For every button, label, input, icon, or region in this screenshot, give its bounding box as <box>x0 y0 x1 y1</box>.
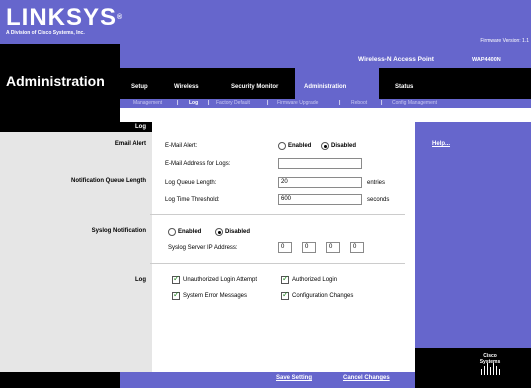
authorized-login-checkbox[interactable] <box>281 274 289 284</box>
log-queue-length-unit: entries <box>367 180 386 186</box>
product-bar <box>120 44 531 68</box>
section-log: Log <box>135 277 146 283</box>
sub-tab-bar <box>120 99 531 108</box>
subtab-firmware-upgrade[interactable]: Firmware Upgrade <box>277 100 318 106</box>
divider <box>150 214 405 215</box>
authorized-login-label: Authorized Login <box>292 277 338 283</box>
unauthorized-login-label: Unauthorized Login Attempt <box>183 277 258 283</box>
subtab-separator: | <box>208 100 210 106</box>
email-address-input[interactable] <box>278 158 362 169</box>
linksys-logo: LINKSYS® <box>6 4 124 31</box>
log-time-threshold-unit: seconds <box>367 197 390 203</box>
divider <box>150 263 405 264</box>
section-email-alert: Email Alert <box>114 141 146 147</box>
tab-administration[interactable]: Administration <box>304 84 346 90</box>
help-column <box>415 122 531 372</box>
product-name: Wireless-N Access Point <box>358 56 434 63</box>
email-alert-enabled-radio[interactable] <box>278 142 286 150</box>
syslog-disabled-radio[interactable] <box>215 228 223 236</box>
syslog-ip-octet-4[interactable]: 0 <box>350 242 364 253</box>
syslog-ip-octet-1[interactable]: 0 <box>278 242 292 253</box>
subtab-separator: | <box>381 100 383 106</box>
system-error-checkbox[interactable] <box>172 290 180 300</box>
email-alert-label: E-Mail Alert: <box>165 143 198 149</box>
subtab-log[interactable]: Log <box>189 100 198 106</box>
logo-subtitle: A Division of Cisco Systems, Inc. <box>6 30 85 36</box>
syslog-disabled-label: Disabled <box>225 229 251 235</box>
section-log-header: Log <box>135 124 146 130</box>
syslog-ip-octet-2[interactable]: 0 <box>302 242 316 253</box>
log-time-threshold-label: Log Time Threshold: <box>165 197 220 203</box>
config-changes-label: Configuration Changes <box>292 293 354 299</box>
subtab-reboot[interactable]: Reboot <box>351 100 367 106</box>
syslog-server-label: Syslog Server IP Address: <box>168 245 238 251</box>
subtab-factory-default[interactable]: Factory Default <box>216 100 250 106</box>
unauthorized-login-checkbox[interactable] <box>172 274 180 284</box>
email-alert-enabled-label: Enabled <box>288 143 312 149</box>
cancel-changes-button[interactable]: Cancel Changes <box>343 375 390 381</box>
syslog-enabled-label: Enabled <box>178 229 202 235</box>
config-changes-checkbox[interactable] <box>281 290 289 300</box>
header-gap <box>120 108 531 122</box>
tab-security-monitor[interactable]: Security Monitor <box>231 84 278 90</box>
help-link[interactable]: Help... <box>432 141 450 147</box>
save-setting-button[interactable]: Save Setting <box>276 375 312 381</box>
footer-left <box>0 372 120 388</box>
syslog-enabled-radio[interactable] <box>168 228 176 236</box>
section-labels-column <box>0 122 152 372</box>
tab-wireless[interactable]: Wireless <box>174 84 199 90</box>
cisco-bridge-icon <box>481 363 500 375</box>
subtab-config-management[interactable]: Config Management <box>392 100 437 106</box>
tab-status[interactable]: Status <box>395 84 413 90</box>
subtab-separator: | <box>339 100 341 106</box>
subtab-management[interactable]: Management <box>133 100 162 106</box>
log-time-threshold-input[interactable]: 600 <box>278 194 362 205</box>
subtab-separator: | <box>177 100 179 106</box>
syslog-ip-octet-3[interactable]: 0 <box>326 242 340 253</box>
email-alert-disabled-radio[interactable] <box>321 142 329 150</box>
log-queue-length-input[interactable]: 20 <box>278 177 362 188</box>
log-queue-length-label: Log Queue Length: <box>165 180 217 186</box>
model-name: WAP4400N <box>472 57 501 63</box>
page-title: Administration <box>6 73 105 89</box>
tab-setup[interactable]: Setup <box>131 84 148 90</box>
subtab-separator: | <box>267 100 269 106</box>
email-alert-disabled-label: Disabled <box>331 143 357 149</box>
email-address-label: E-Mail Address for Logs: <box>165 161 231 167</box>
section-notification-queue: Notification Queue Length <box>71 178 146 184</box>
section-syslog-notification: Syslog Notification <box>91 228 146 234</box>
system-error-label: System Error Messages <box>183 293 248 299</box>
